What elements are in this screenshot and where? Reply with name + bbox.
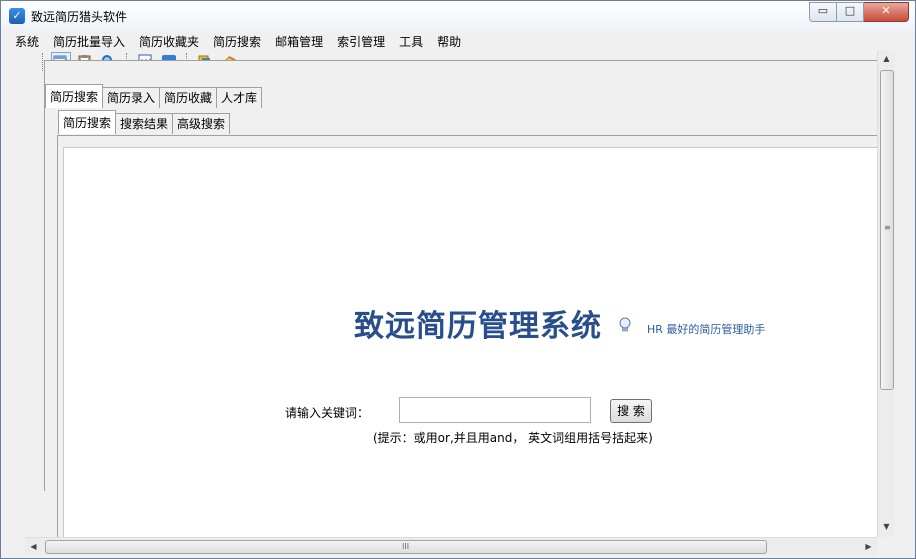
grip-icon: ≡ <box>884 223 891 232</box>
menu-batch-import[interactable]: 简历批量导入 <box>46 31 132 49</box>
tagline: HR 最好的简历管理助手 <box>647 323 766 336</box>
grip-icon: III <box>402 542 410 551</box>
scrollbar-corner <box>877 537 894 554</box>
lightbulb-icon <box>618 317 632 333</box>
menu-bar: 系统 简历批量导入 简历收藏夹 简历搜索 邮箱管理 索引管理 工具 帮助 <box>1 31 915 49</box>
menu-favorites[interactable]: 简历收藏夹 <box>132 31 206 49</box>
scroll-right-icon[interactable]: ▶ <box>860 538 877 555</box>
menu-system[interactable]: 系统 <box>1 31 46 49</box>
menu-tools[interactable]: 工具 <box>392 31 430 49</box>
tab-advanced-search[interactable]: 高级搜索 <box>172 113 231 134</box>
maximize-button[interactable]: □ <box>837 2 864 22</box>
search-button[interactable]: 搜 索 <box>610 399 652 423</box>
search-hint: (提示：或用or,并且用and， 英文词组用括号括起来) <box>373 431 653 445</box>
title-bar[interactable]: ✓ 致远简历猎头软件 ▭ □ ✕ <box>1 1 915 31</box>
minimize-button[interactable]: ▭ <box>809 2 837 22</box>
keyword-input[interactable] <box>399 397 591 423</box>
outer-tab-strip: 简历搜索 简历录入 简历收藏 人才库 <box>45 84 263 109</box>
tab-resume-search[interactable]: 简历搜索 <box>45 84 104 108</box>
horizontal-scrollbar[interactable]: ◀ III ▶ <box>25 537 877 555</box>
app-window: ✓ 致远简历猎头软件 ▭ □ ✕ 系统 简历批量导入 简历收藏夹 简历搜索 邮箱… <box>0 0 916 559</box>
brand-title: 致远简历管理系统 <box>354 309 602 344</box>
scroll-left-icon[interactable]: ◀ <box>25 538 42 555</box>
scroll-down-icon[interactable]: ▼ <box>878 518 895 535</box>
tab-resume-entry[interactable]: 简历录入 <box>102 87 161 108</box>
scroll-up-icon[interactable]: ▲ <box>878 50 895 67</box>
window-controls: ▭ □ ✕ <box>809 2 909 22</box>
tab-search-results[interactable]: 搜索结果 <box>115 113 174 134</box>
tab-search[interactable]: 简历搜索 <box>58 110 117 134</box>
vertical-scrollbar[interactable]: ▲ ≡ ▼ <box>877 50 895 537</box>
horizontal-scroll-thumb[interactable]: III <box>45 540 767 554</box>
app-logo-icon: ✓ <box>9 8 25 24</box>
close-button[interactable]: ✕ <box>864 2 909 22</box>
vertical-scroll-thumb[interactable]: ≡ <box>880 70 894 390</box>
menu-mailbox[interactable]: 邮箱管理 <box>268 31 330 49</box>
menu-help[interactable]: 帮助 <box>430 31 468 49</box>
tab-talent-pool[interactable]: 人才库 <box>216 87 263 108</box>
tab-resume-favorites[interactable]: 简历收藏 <box>159 87 218 108</box>
keyword-label: 请输入关键词： <box>285 406 370 420</box>
menu-index[interactable]: 索引管理 <box>330 31 392 49</box>
window-title: 致远简历猎头软件 <box>31 10 128 24</box>
inner-tab-strip: 简历搜索 搜索结果 高级搜索 <box>58 110 231 135</box>
menu-resume-search[interactable]: 简历搜索 <box>206 31 268 49</box>
